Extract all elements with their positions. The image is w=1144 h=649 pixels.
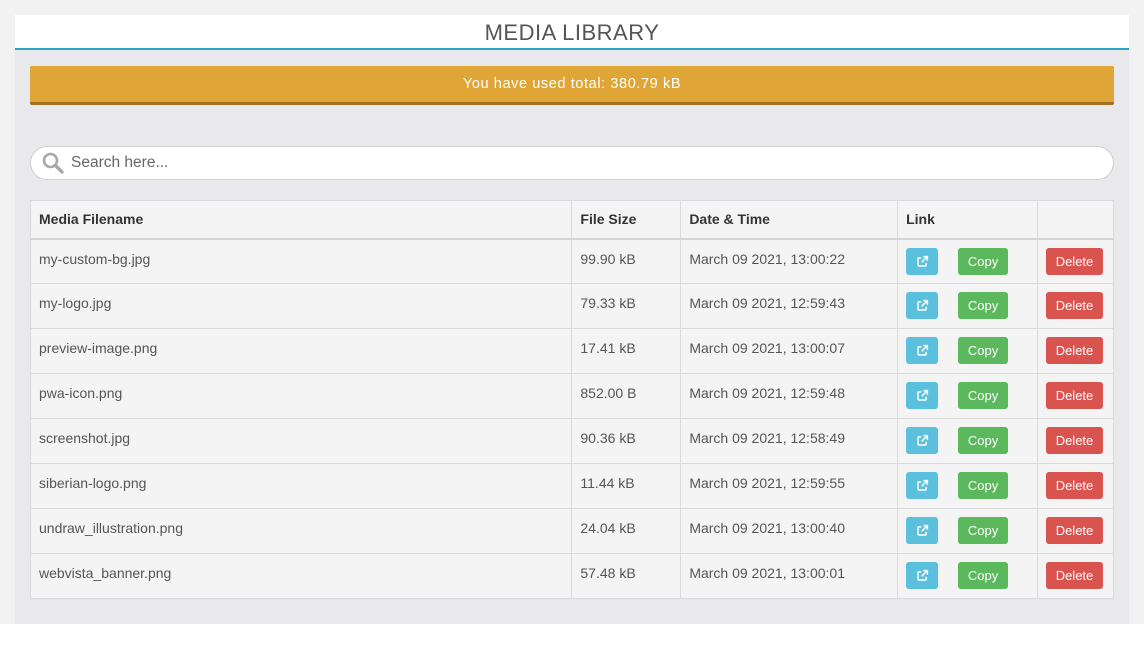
open-link-button[interactable]: [906, 382, 939, 409]
file-name: siberian-logo.png: [29, 463, 573, 509]
delete-button[interactable]: Delete: [1045, 517, 1103, 544]
delete-cell: Delete: [1036, 238, 1115, 284]
table-row: screenshot.jpg 90.36 kB March 09 2021, 12:…: [29, 418, 1115, 464]
delete-button[interactable]: Delete: [1045, 292, 1103, 319]
file-name: screenshot.jpg: [29, 418, 573, 464]
open-link-button[interactable]: [906, 247, 939, 275]
column-header-link: Link: [897, 200, 1038, 240]
search-icon: [42, 152, 64, 174]
link-cell: Copy: [897, 283, 1038, 329]
copy-link-button[interactable]: Copy: [958, 337, 1009, 364]
table-row: siberian-logo.png 11.44 kB March 09 2021, …: [29, 463, 1115, 509]
table-row: my-logo.jpg 79.33 kB March 09 2021, 12:59:…: [29, 283, 1115, 329]
file-size: 57.48 kB: [571, 553, 682, 599]
delete-button[interactable]: Delete: [1045, 472, 1103, 499]
page-title: MEDIA LIBRARY: [15, 15, 1129, 50]
link-cell: Copy: [897, 418, 1038, 464]
copy-link-button[interactable]: Copy: [958, 382, 1009, 409]
copy-link-button[interactable]: Copy: [958, 562, 1009, 589]
file-size: 99.90 kB: [571, 238, 682, 284]
search-input[interactable]: [71, 148, 1113, 178]
column-header-actions: [1036, 200, 1115, 240]
link-cell: Copy: [897, 238, 1038, 284]
media-library-panel: MEDIA LIBRARY You have used total: 380.7…: [15, 15, 1129, 624]
external-link-icon: [916, 569, 928, 581]
file-name: pwa-icon.png: [29, 373, 573, 419]
link-cell: Copy: [897, 328, 1038, 374]
file-datetime: March 09 2021, 13:00:07: [680, 328, 899, 374]
copy-link-button[interactable]: Copy: [958, 292, 1009, 319]
external-link-icon: [916, 479, 928, 491]
link-cell: Copy: [897, 508, 1038, 554]
delete-button[interactable]: Delete: [1045, 337, 1103, 364]
external-link-icon: [916, 434, 928, 446]
open-link-button[interactable]: [906, 517, 939, 544]
table-header-row: Media Filename File Size Date & Time Lin…: [29, 200, 1115, 240]
delete-cell: Delete: [1036, 373, 1115, 419]
delete-button[interactable]: Delete: [1045, 247, 1103, 275]
external-link-icon: [916, 389, 928, 401]
table-row: pwa-icon.png 852.00 B March 09 2021, 12:59…: [29, 373, 1115, 419]
delete-button[interactable]: Delete: [1045, 562, 1103, 589]
delete-button[interactable]: Delete: [1045, 427, 1103, 454]
column-header-file-size: File Size: [571, 200, 682, 240]
table-row: webvista_banner.png 57.48 kB March 09 2021…: [29, 553, 1115, 599]
table-row: preview-image.png 17.41 kB March 09 2021, …: [29, 328, 1115, 374]
file-datetime: March 09 2021, 13:00:22: [680, 238, 899, 284]
delete-cell: Delete: [1036, 553, 1115, 599]
copy-link-button[interactable]: Copy: [958, 517, 1009, 544]
copy-link-button[interactable]: Copy: [958, 472, 1009, 499]
table-row: undraw_illustration.png 24.04 kB March 09 …: [29, 508, 1115, 554]
file-size: 79.33 kB: [571, 283, 682, 329]
link-cell: Copy: [897, 463, 1038, 509]
page-bottom: [0, 624, 1144, 649]
file-name: undraw_illustration.png: [29, 508, 573, 554]
delete-cell: Delete: [1036, 328, 1115, 374]
file-name: my-logo.jpg: [29, 283, 573, 329]
external-link-icon: [916, 344, 928, 356]
media-table: Media Filename File Size Date & Time Lin…: [29, 200, 1115, 599]
open-link-button[interactable]: [906, 427, 939, 454]
file-size: 24.04 kB: [571, 508, 682, 554]
delete-cell: Delete: [1036, 463, 1115, 509]
file-name: webvista_banner.png: [29, 553, 573, 599]
search-box[interactable]: [30, 146, 1114, 180]
file-datetime: March 09 2021, 12:58:49: [680, 418, 899, 464]
file-name: my-custom-bg.jpg: [29, 238, 573, 284]
external-link-icon: [916, 299, 928, 311]
delete-cell: Delete: [1036, 508, 1115, 554]
file-size: 17.41 kB: [571, 328, 682, 374]
file-datetime: March 09 2021, 13:00:40: [680, 508, 899, 554]
copy-link-button[interactable]: Copy: [958, 427, 1009, 454]
file-size: 90.36 kB: [571, 418, 682, 464]
file-datetime: March 09 2021, 12:59:43: [680, 283, 899, 329]
usage-banner: You have used total: 380.79 kB: [30, 66, 1114, 105]
link-cell: Copy: [897, 373, 1038, 419]
file-size: 11.44 kB: [571, 463, 682, 509]
file-size: 852.00 B: [571, 373, 682, 419]
delete-button[interactable]: Delete: [1045, 382, 1103, 409]
column-header-filename: Media Filename: [29, 200, 573, 240]
open-link-button[interactable]: [906, 337, 939, 364]
external-link-icon: [916, 524, 928, 536]
external-link-icon: [916, 255, 928, 267]
open-link-button[interactable]: [906, 292, 939, 319]
column-header-date-time: Date & Time: [680, 200, 899, 240]
delete-cell: Delete: [1036, 418, 1115, 464]
open-link-button[interactable]: [906, 472, 939, 499]
delete-cell: Delete: [1036, 283, 1115, 329]
table-row: my-custom-bg.jpg 99.90 kB March 09 2021, 1…: [29, 238, 1115, 284]
copy-link-button[interactable]: Copy: [958, 247, 1009, 275]
file-datetime: March 09 2021, 13:00:01: [680, 553, 899, 599]
file-name: preview-image.png: [29, 328, 573, 374]
file-datetime: March 09 2021, 12:59:55: [680, 463, 899, 509]
link-cell: Copy: [897, 553, 1038, 599]
file-datetime: March 09 2021, 12:59:48: [680, 373, 899, 419]
open-link-button[interactable]: [906, 562, 939, 589]
